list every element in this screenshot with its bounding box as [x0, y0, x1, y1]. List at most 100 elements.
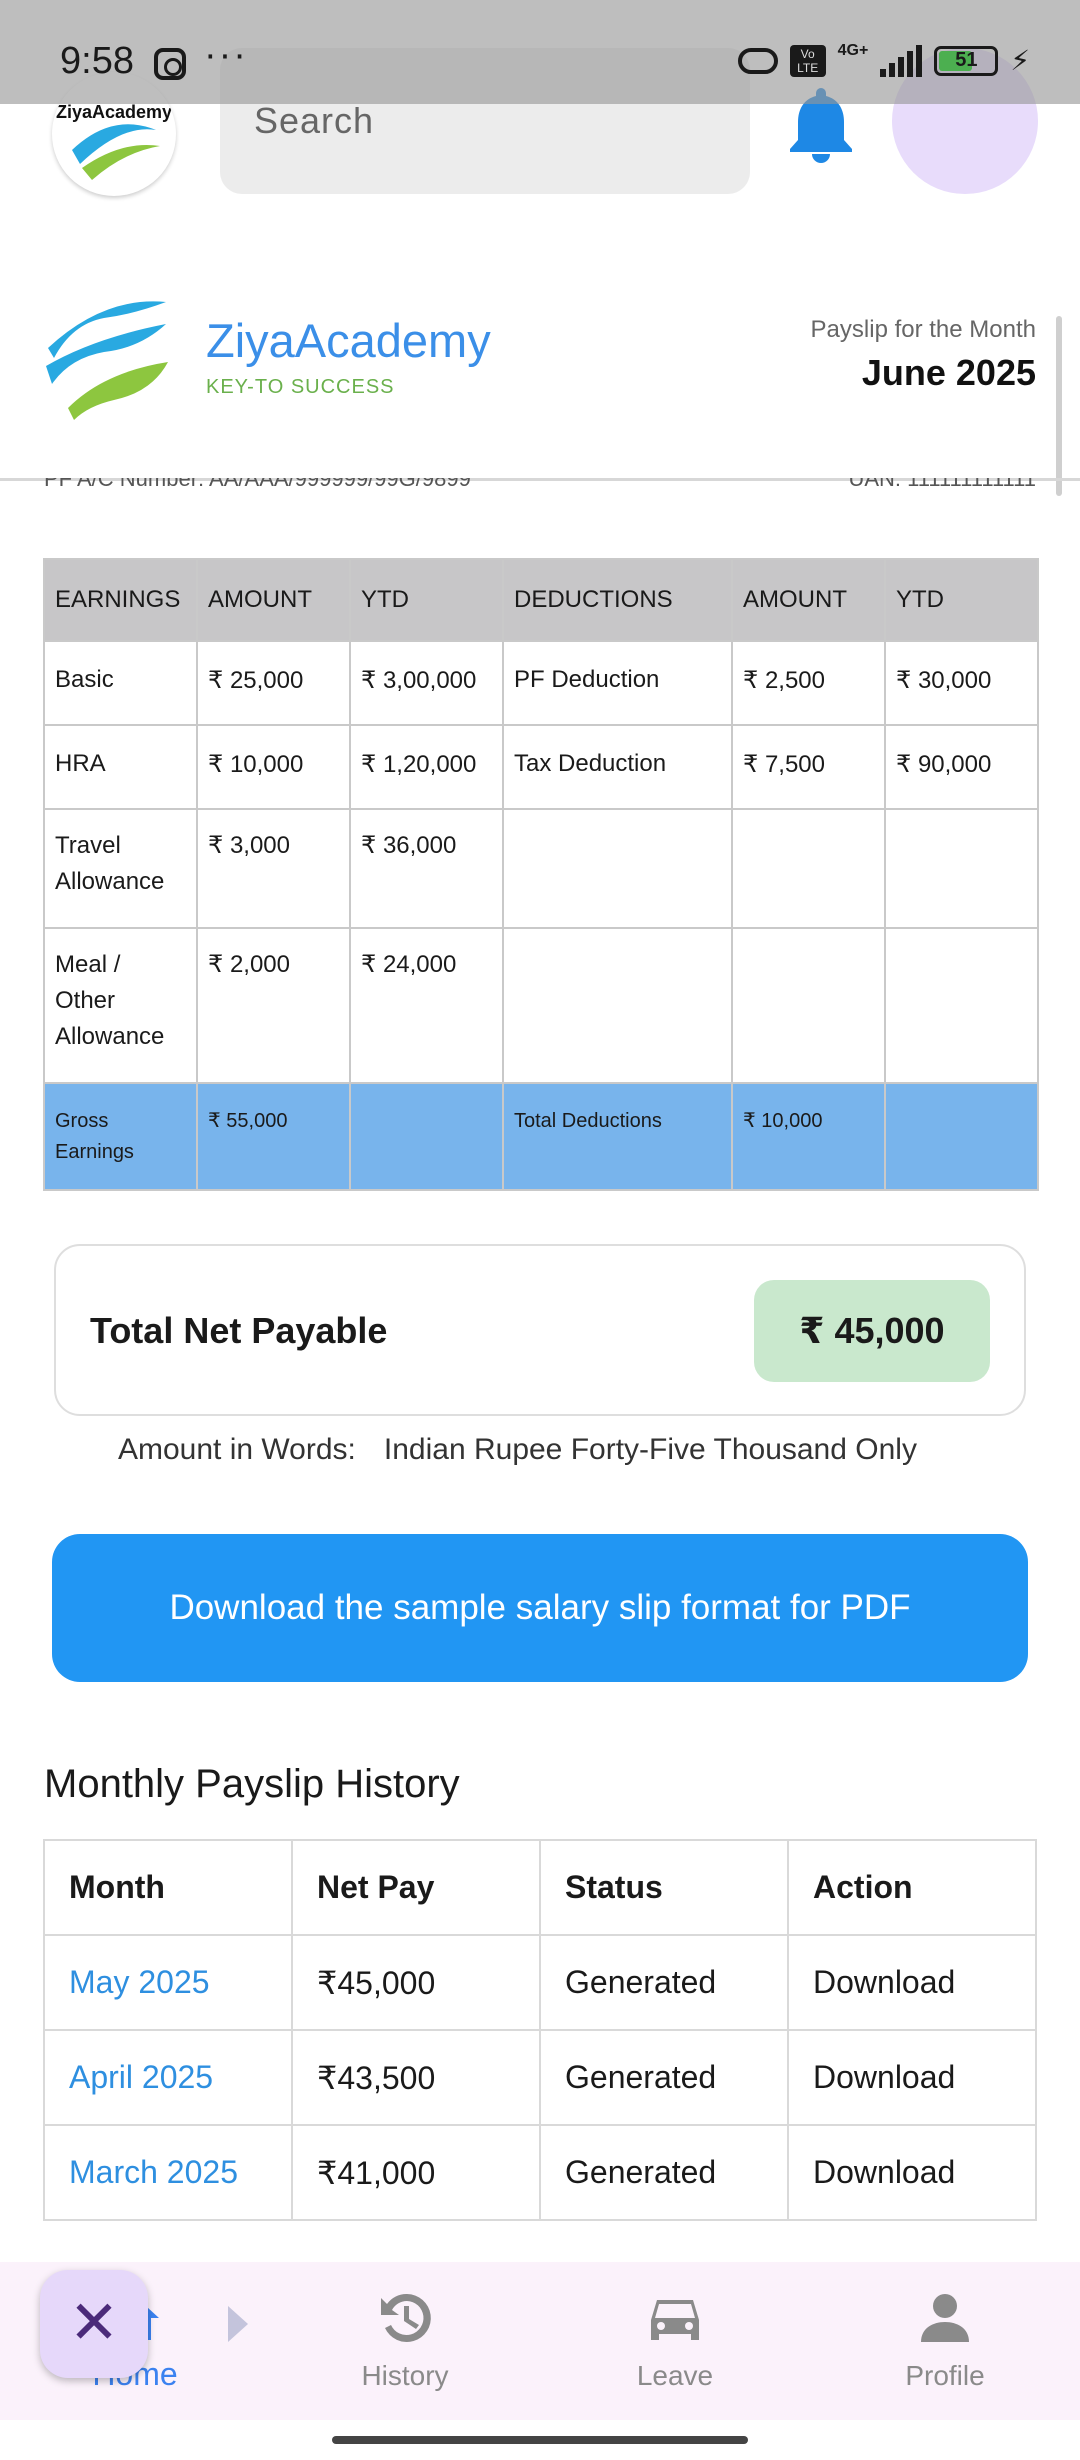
instagram-icon [154, 48, 186, 80]
table-cell: ₹ 7,500 [731, 724, 886, 810]
nav-label-leave: Leave [636, 2360, 714, 2391]
status-bar: 9:58 ··· Vo LTE 4G+ 51 ⚡ [0, 0, 1080, 104]
header-deductions: DEDUCTIONS [502, 558, 733, 642]
close-fab-button[interactable]: ✕ [40, 2270, 148, 2378]
table-cell: Meal / Other Allowance [43, 927, 198, 1084]
net-pay-cell: ₹43,500 [291, 2029, 541, 2126]
table-cell: ₹ 10,000 [196, 724, 351, 810]
amount-in-words-value: Indian Rupee Forty-Five Thousand Only [383, 1433, 917, 1466]
header-amount: AMOUNT [731, 558, 886, 642]
table-row: Meal / Other Allowance ₹ 2,000 ₹ 24,000 [43, 927, 1039, 1084]
download-action[interactable]: Download [787, 2124, 1037, 2221]
table-row: May 2025 ₹45,000 Generated Download [43, 1934, 1037, 2031]
header-earnings: EARNINGS [43, 558, 198, 642]
header-amount: AMOUNT [196, 558, 351, 642]
link-icon [737, 47, 778, 74]
header-ytd: YTD [884, 558, 1039, 642]
table-cell: ₹ 1,20,000 [349, 724, 504, 810]
table-cell: HRA [43, 724, 198, 810]
table-cell [502, 927, 733, 1084]
table-cell: Travel Allowance [43, 808, 198, 929]
nav-label-profile: Profile [905, 2360, 985, 2391]
net-payable-card: Total Net Payable ₹ 45,000 [54, 1244, 1026, 1416]
brand-tagline: KEY-TO SUCCESS [206, 376, 395, 398]
battery-level: 51 [955, 49, 978, 71]
battery-icon: 51 [934, 45, 999, 76]
gross-earnings-amount: ₹ 55,000 [196, 1082, 351, 1191]
expand-arrow-icon [228, 2306, 248, 2342]
history-title: Monthly Payslip History [44, 1762, 460, 1806]
car-icon [651, 2300, 699, 2340]
table-row: Travel Allowance ₹ 3,000 ₹ 36,000 [43, 808, 1039, 929]
nav-label-history: History [361, 2360, 449, 2391]
table-cell: ₹ 30,000 [884, 640, 1039, 726]
table-cell: ₹ 2,500 [731, 640, 886, 726]
header-status: Status [539, 1839, 789, 1936]
table-cell: Basic [43, 640, 198, 726]
app-logo-text: ZiyaAcademy [56, 102, 173, 122]
payslip-month-label: Payslip for the Month [810, 316, 1036, 343]
table-cell: ₹ 25,000 [196, 640, 351, 726]
total-deductions-amount: ₹ 10,000 [731, 1082, 886, 1191]
payslip-history-table: Month Net Pay Status Action May 2025 ₹45… [43, 1839, 1037, 2221]
employee-info-partial: PF A/C Number: AA/AAA/999999/99G/9899 UA… [44, 478, 1036, 498]
earnings-deductions-table: EARNINGS AMOUNT YTD DEDUCTIONS AMOUNT YT… [43, 558, 1039, 1191]
nav-item-profile[interactable]: Profile [810, 2262, 1080, 2420]
table-cell: Tax Deduction [502, 724, 733, 810]
brand-logo [44, 288, 172, 420]
person-icon [921, 2294, 969, 2342]
header-ytd: YTD [349, 558, 504, 642]
table-cell [884, 808, 1039, 929]
payslip-month: June 2025 [861, 352, 1036, 393]
table-row: April 2025 ₹43,500 Generated Download [43, 2029, 1037, 2126]
header-month: Month [43, 1839, 293, 1936]
network-type: 4G+ [837, 41, 869, 59]
amount-in-words: Amount in Words: Indian Rupee Forty-Five … [118, 1433, 917, 1467]
month-link[interactable]: April 2025 [43, 2029, 293, 2126]
table-cell: ₹ 90,000 [884, 724, 1039, 810]
table-cell: ₹ 36,000 [349, 808, 504, 929]
total-row: Gross Earnings ₹ 55,000 Total Deductions… [43, 1082, 1039, 1191]
table-row: Basic ₹ 25,000 ₹ 3,00,000 PF Deduction ₹… [43, 640, 1039, 726]
search-placeholder: Search [254, 100, 375, 141]
net-payable-amount: ₹ 45,000 [754, 1280, 990, 1382]
scrollbar[interactable] [1056, 316, 1062, 496]
close-icon: ✕ [68, 2289, 120, 2356]
status-cell: Generated [539, 2124, 789, 2221]
table-cell [731, 927, 886, 1084]
net-pay-cell: ₹41,000 [291, 2124, 541, 2221]
status-cell: Generated [539, 2029, 789, 2126]
table-cell: ₹ 3,000 [196, 808, 351, 929]
table-cell: PF Deduction [502, 640, 733, 726]
table-cell [502, 808, 733, 929]
brand-name: ZiyaAcademy [206, 314, 491, 367]
header-net-pay: Net Pay [291, 1839, 541, 1936]
net-pay-cell: ₹45,000 [291, 1934, 541, 2031]
table-cell [884, 927, 1039, 1084]
history-icon [381, 2293, 431, 2342]
nav-item-leave[interactable]: Leave [540, 2262, 810, 2420]
download-action[interactable]: Download [787, 1934, 1037, 2031]
table-cell: ₹ 24,000 [349, 927, 504, 1084]
table-cell: ₹ 2,000 [196, 927, 351, 1084]
month-link[interactable]: May 2025 [43, 1934, 293, 2031]
table-cell [731, 808, 886, 929]
table-cell: ₹ 3,00,000 [349, 640, 504, 726]
total-deductions-label: Total Deductions [502, 1082, 733, 1191]
nav-item-history[interactable]: History [270, 2262, 540, 2420]
volte-icon: Vo LTE [789, 44, 826, 77]
status-cell: Generated [539, 1934, 789, 2031]
more-notifications-icon: ··· [204, 34, 248, 76]
amount-in-words-label: Amount in Words: [118, 1433, 356, 1466]
status-time: 9:58 [60, 40, 134, 82]
table-header-row: Month Net Pay Status Action [43, 1839, 1037, 1936]
charging-icon: ⚡ [1010, 45, 1030, 76]
header-action: Action [787, 1839, 1037, 1936]
table-cell [349, 1082, 504, 1191]
gesture-bar[interactable] [332, 2436, 748, 2444]
download-pdf-button[interactable]: Download the sample salary slip format f… [52, 1534, 1028, 1682]
download-action[interactable]: Download [787, 2029, 1037, 2126]
gross-earnings-label: Gross Earnings [43, 1082, 198, 1191]
month-link[interactable]: March 2025 [43, 2124, 293, 2221]
signal-icon [880, 44, 923, 77]
